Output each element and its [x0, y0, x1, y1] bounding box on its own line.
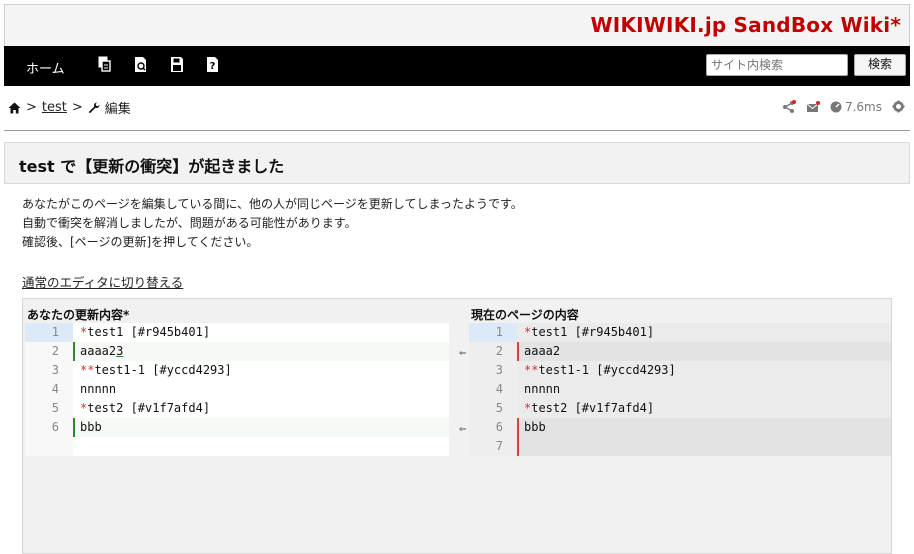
line-content: *test1 [#r945b401]: [517, 323, 891, 342]
switch-editor-link[interactable]: 通常のエディタに切り替える: [22, 272, 183, 291]
line-number: 1: [469, 323, 517, 342]
revert-arrow-button[interactable]: ⇐: [459, 349, 467, 359]
search-button[interactable]: 検索: [854, 54, 906, 76]
line-number: 2: [25, 342, 73, 361]
line-content[interactable]: **test1-1 [#yccd4293]: [73, 361, 449, 380]
svg-text:?: ?: [210, 61, 216, 72]
line-content[interactable]: aaaa23: [73, 342, 449, 361]
breadcrumb-separator: >: [71, 100, 83, 115]
message-line: 自動で衝突を解消しましたが、問題がある可能性があります。: [22, 216, 357, 230]
line-content: *test2 [#v1f7afd4]: [517, 399, 891, 418]
line-content[interactable]: bbb: [73, 418, 449, 437]
breadcrumb-current: 編集: [104, 102, 131, 117]
line-content: **test1-1 [#yccd4293]: [517, 361, 891, 380]
line-content[interactable]: *test2 [#v1f7afd4]: [73, 399, 449, 418]
save-icon[interactable]: [170, 56, 184, 73]
breadcrumb: > test > 編集: [8, 98, 131, 117]
line-content[interactable]: nnnnn: [73, 380, 449, 399]
divider: [4, 130, 910, 131]
site-title[interactable]: WIKIWIKI.jp SandBox Wiki*: [591, 13, 901, 37]
message-line: 確認後、[ページの更新]を押してください。: [22, 235, 259, 249]
diff-icon[interactable]: [134, 56, 148, 73]
line-number: 7: [469, 437, 517, 456]
breadcrumb-separator: >: [26, 100, 37, 115]
left-pane-title: あなたの更新内容*: [27, 308, 130, 322]
line-number: 5: [25, 399, 73, 418]
share-icon[interactable]: [782, 100, 796, 114]
speedometer-icon: [830, 101, 842, 113]
site-header: WIKIWIKI.jp SandBox Wiki*: [4, 4, 910, 46]
wrench-icon: [88, 101, 100, 113]
timing-value: 7.6ms: [844, 100, 882, 114]
nav-bar: ホーム ? 検索: [4, 46, 910, 86]
line-number: 4: [469, 380, 517, 399]
line-content: nnnnn: [517, 380, 891, 399]
page-tools: 7.6ms: [782, 100, 906, 114]
revert-arrow-button[interactable]: ⇐: [459, 425, 467, 435]
line-number: 4: [25, 380, 73, 399]
merge-diff-view: あなたの更新内容* 現在のページの内容 1 *test1 [#r945b401]…: [22, 298, 892, 554]
line-number: 6: [25, 418, 73, 437]
help-icon[interactable]: ?: [206, 56, 220, 73]
nav-home-link[interactable]: ホーム: [26, 58, 65, 77]
line-content: [517, 437, 891, 456]
line-number: 3: [25, 361, 73, 380]
line-number: 1: [25, 323, 73, 342]
breadcrumb-page-link[interactable]: test: [42, 100, 67, 115]
timing-display: 7.6ms: [830, 100, 882, 114]
gear-icon[interactable]: [892, 100, 906, 114]
line-content: bbb: [517, 418, 891, 437]
line-number: 2: [469, 342, 517, 361]
line-number: 6: [469, 418, 517, 437]
home-icon[interactable]: [8, 102, 21, 114]
right-pane-title: 現在のページの内容: [471, 308, 579, 322]
page-title: test で【更新の衝突】が起きました: [19, 157, 285, 176]
conflict-message: あなたがこのページを編集している間に、他の人が同じページを更新してしまったようで…: [22, 195, 523, 252]
search-input[interactable]: [706, 54, 848, 76]
title-box: test で【更新の衝突】が起きました: [4, 142, 910, 184]
line-content[interactable]: *test1 [#r945b401]: [73, 323, 449, 342]
line-number: 3: [469, 361, 517, 380]
mail-icon[interactable]: [806, 100, 820, 114]
line-content: aaaa2: [517, 342, 891, 361]
message-line: あなたがこのページを編集している間に、他の人が同じページを更新してしまったようで…: [22, 197, 523, 211]
line-number: 5: [469, 399, 517, 418]
copy-icon[interactable]: [98, 56, 112, 73]
